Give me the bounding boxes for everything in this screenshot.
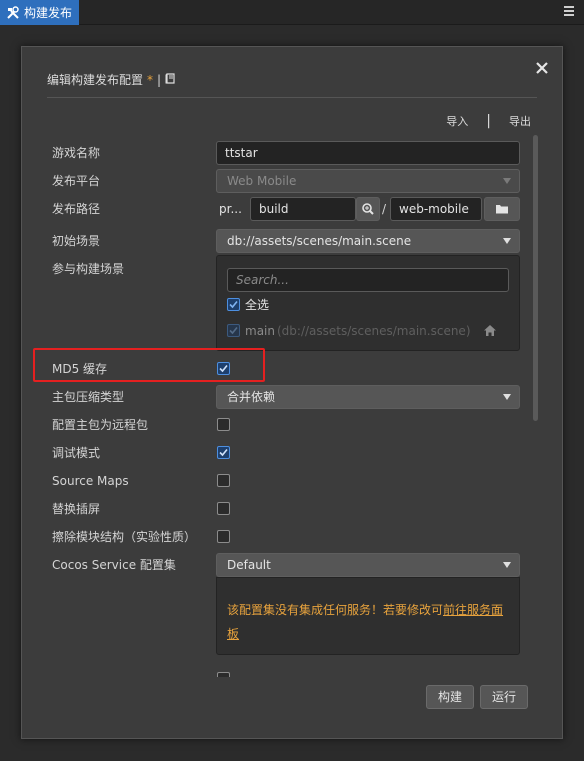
row-start-scene: 初始场景 db://assets/scenes/main.scene <box>52 229 522 253</box>
run-button[interactable]: 运行 <box>480 685 528 709</box>
start-scene-label: 初始场景 <box>52 234 101 248</box>
source-maps-checkbox[interactable] <box>217 474 230 487</box>
folder-icon <box>496 205 508 214</box>
row-cocos-service: Cocos Service 配置集 Default <box>52 553 522 577</box>
zoom-icon <box>362 203 374 215</box>
chevron-down-icon <box>503 238 511 244</box>
platform-label: 发布平台 <box>52 174 101 188</box>
row-source-maps: Source Maps <box>52 469 522 493</box>
cocos-service-select[interactable]: Default <box>216 553 520 577</box>
replace-splash-checkbox[interactable] <box>217 502 230 515</box>
row-erase-modules: 擦除模块结构（实验性质） <box>52 525 522 549</box>
select-all-label: 全选 <box>245 298 270 312</box>
check-icon <box>219 448 228 457</box>
remote-main-checkbox[interactable] <box>217 418 230 431</box>
panel-tab-bar: 构建发布 <box>0 0 584 25</box>
build-button[interactable]: 构建 <box>426 685 474 709</box>
row-compression-type: 主包压缩类型 合并依赖 <box>52 385 522 409</box>
remote-main-label: 配置主包为远程包 <box>52 418 149 432</box>
open-folder-button[interactable] <box>484 197 520 221</box>
tab-label: 构建发布 <box>24 6 73 20</box>
chevron-down-icon <box>503 178 511 184</box>
compression-type-value: 合并依赖 <box>227 390 276 404</box>
game-name-input[interactable]: ttstar <box>216 141 520 165</box>
scene-item-checkbox <box>227 324 240 337</box>
source-maps-label: Source Maps <box>52 474 129 488</box>
platform-select: Web Mobile <box>216 169 520 193</box>
row-build-path: 发布路径 pr... build / web-mobile <box>52 197 522 221</box>
cocos-service-label: Cocos Service 配置集 <box>52 558 176 572</box>
build-tools-icon <box>6 5 20 20</box>
debug-mode-checkbox[interactable] <box>217 446 230 459</box>
service-warning-text: 该配置集没有集成任何服务！若要修改可 <box>227 603 444 617</box>
scene-list-panel: Search... 全选 main (db://assets/scenes/ma… <box>216 255 520 351</box>
row-debug-mode: 调试模式 <box>52 441 522 465</box>
check-icon <box>229 300 238 309</box>
search-path-button[interactable] <box>356 197 380 221</box>
start-scene-select[interactable]: db://assets/scenes/main.scene <box>216 229 520 253</box>
replace-splash-label: 替换插屏 <box>52 502 101 516</box>
path-prefix: pr... <box>216 197 250 221</box>
build-path-label: 发布路径 <box>52 202 101 216</box>
start-scene-value: db://assets/scenes/main.scene <box>227 234 412 248</box>
row-game-name: 游戏名称 ttstar <box>52 141 522 165</box>
debug-mode-label: 调试模式 <box>52 446 101 460</box>
tab-build-publish[interactable]: 构建发布 <box>0 0 79 25</box>
path-separator: / <box>382 202 387 216</box>
scene-item-name: main <box>245 324 275 338</box>
scene-search-input[interactable]: Search... <box>227 268 509 292</box>
scene-item[interactable]: main (db://assets/scenes/main.scene) <box>227 322 511 340</box>
build-subfolder-input[interactable]: web-mobile <box>390 197 482 221</box>
row-remote-main: 配置主包为远程包 <box>52 413 522 437</box>
chevron-down-icon <box>503 562 511 568</box>
md5-highlight-box <box>33 348 265 382</box>
row-platform: 发布平台 Web Mobile <box>52 169 522 193</box>
check-icon <box>229 326 238 335</box>
build-scenes-label: 参与构建场景 <box>52 262 125 276</box>
panel-menu-icon[interactable] <box>564 6 574 18</box>
chevron-down-icon <box>503 394 511 400</box>
build-config-dialog: 编辑构建发布配置 * | 导入 | 导出 游戏名称 ttstar 发布平台 We… <box>21 46 563 739</box>
service-warning: 该配置集没有集成任何服务！若要修改可前往服务面板 <box>216 577 520 655</box>
select-all-checkbox[interactable] <box>227 298 240 311</box>
scene-item-path: (db://assets/scenes/main.scene) <box>277 324 471 338</box>
game-name-label: 游戏名称 <box>52 146 101 160</box>
build-folder-input[interactable]: build <box>250 197 356 221</box>
compression-type-label: 主包压缩类型 <box>52 390 125 404</box>
cocos-service-value: Default <box>227 558 271 572</box>
home-icon <box>483 324 497 342</box>
compression-type-select[interactable]: 合并依赖 <box>216 385 520 409</box>
erase-modules-checkbox[interactable] <box>217 530 230 543</box>
form-scrollbar[interactable] <box>533 135 538 421</box>
row-replace-splash: 替换插屏 <box>52 497 522 521</box>
erase-modules-label: 擦除模块结构（实验性质） <box>52 530 197 544</box>
row-clipped <box>52 669 522 677</box>
platform-value: Web Mobile <box>227 174 297 188</box>
clipped-checkbox[interactable] <box>217 672 230 677</box>
